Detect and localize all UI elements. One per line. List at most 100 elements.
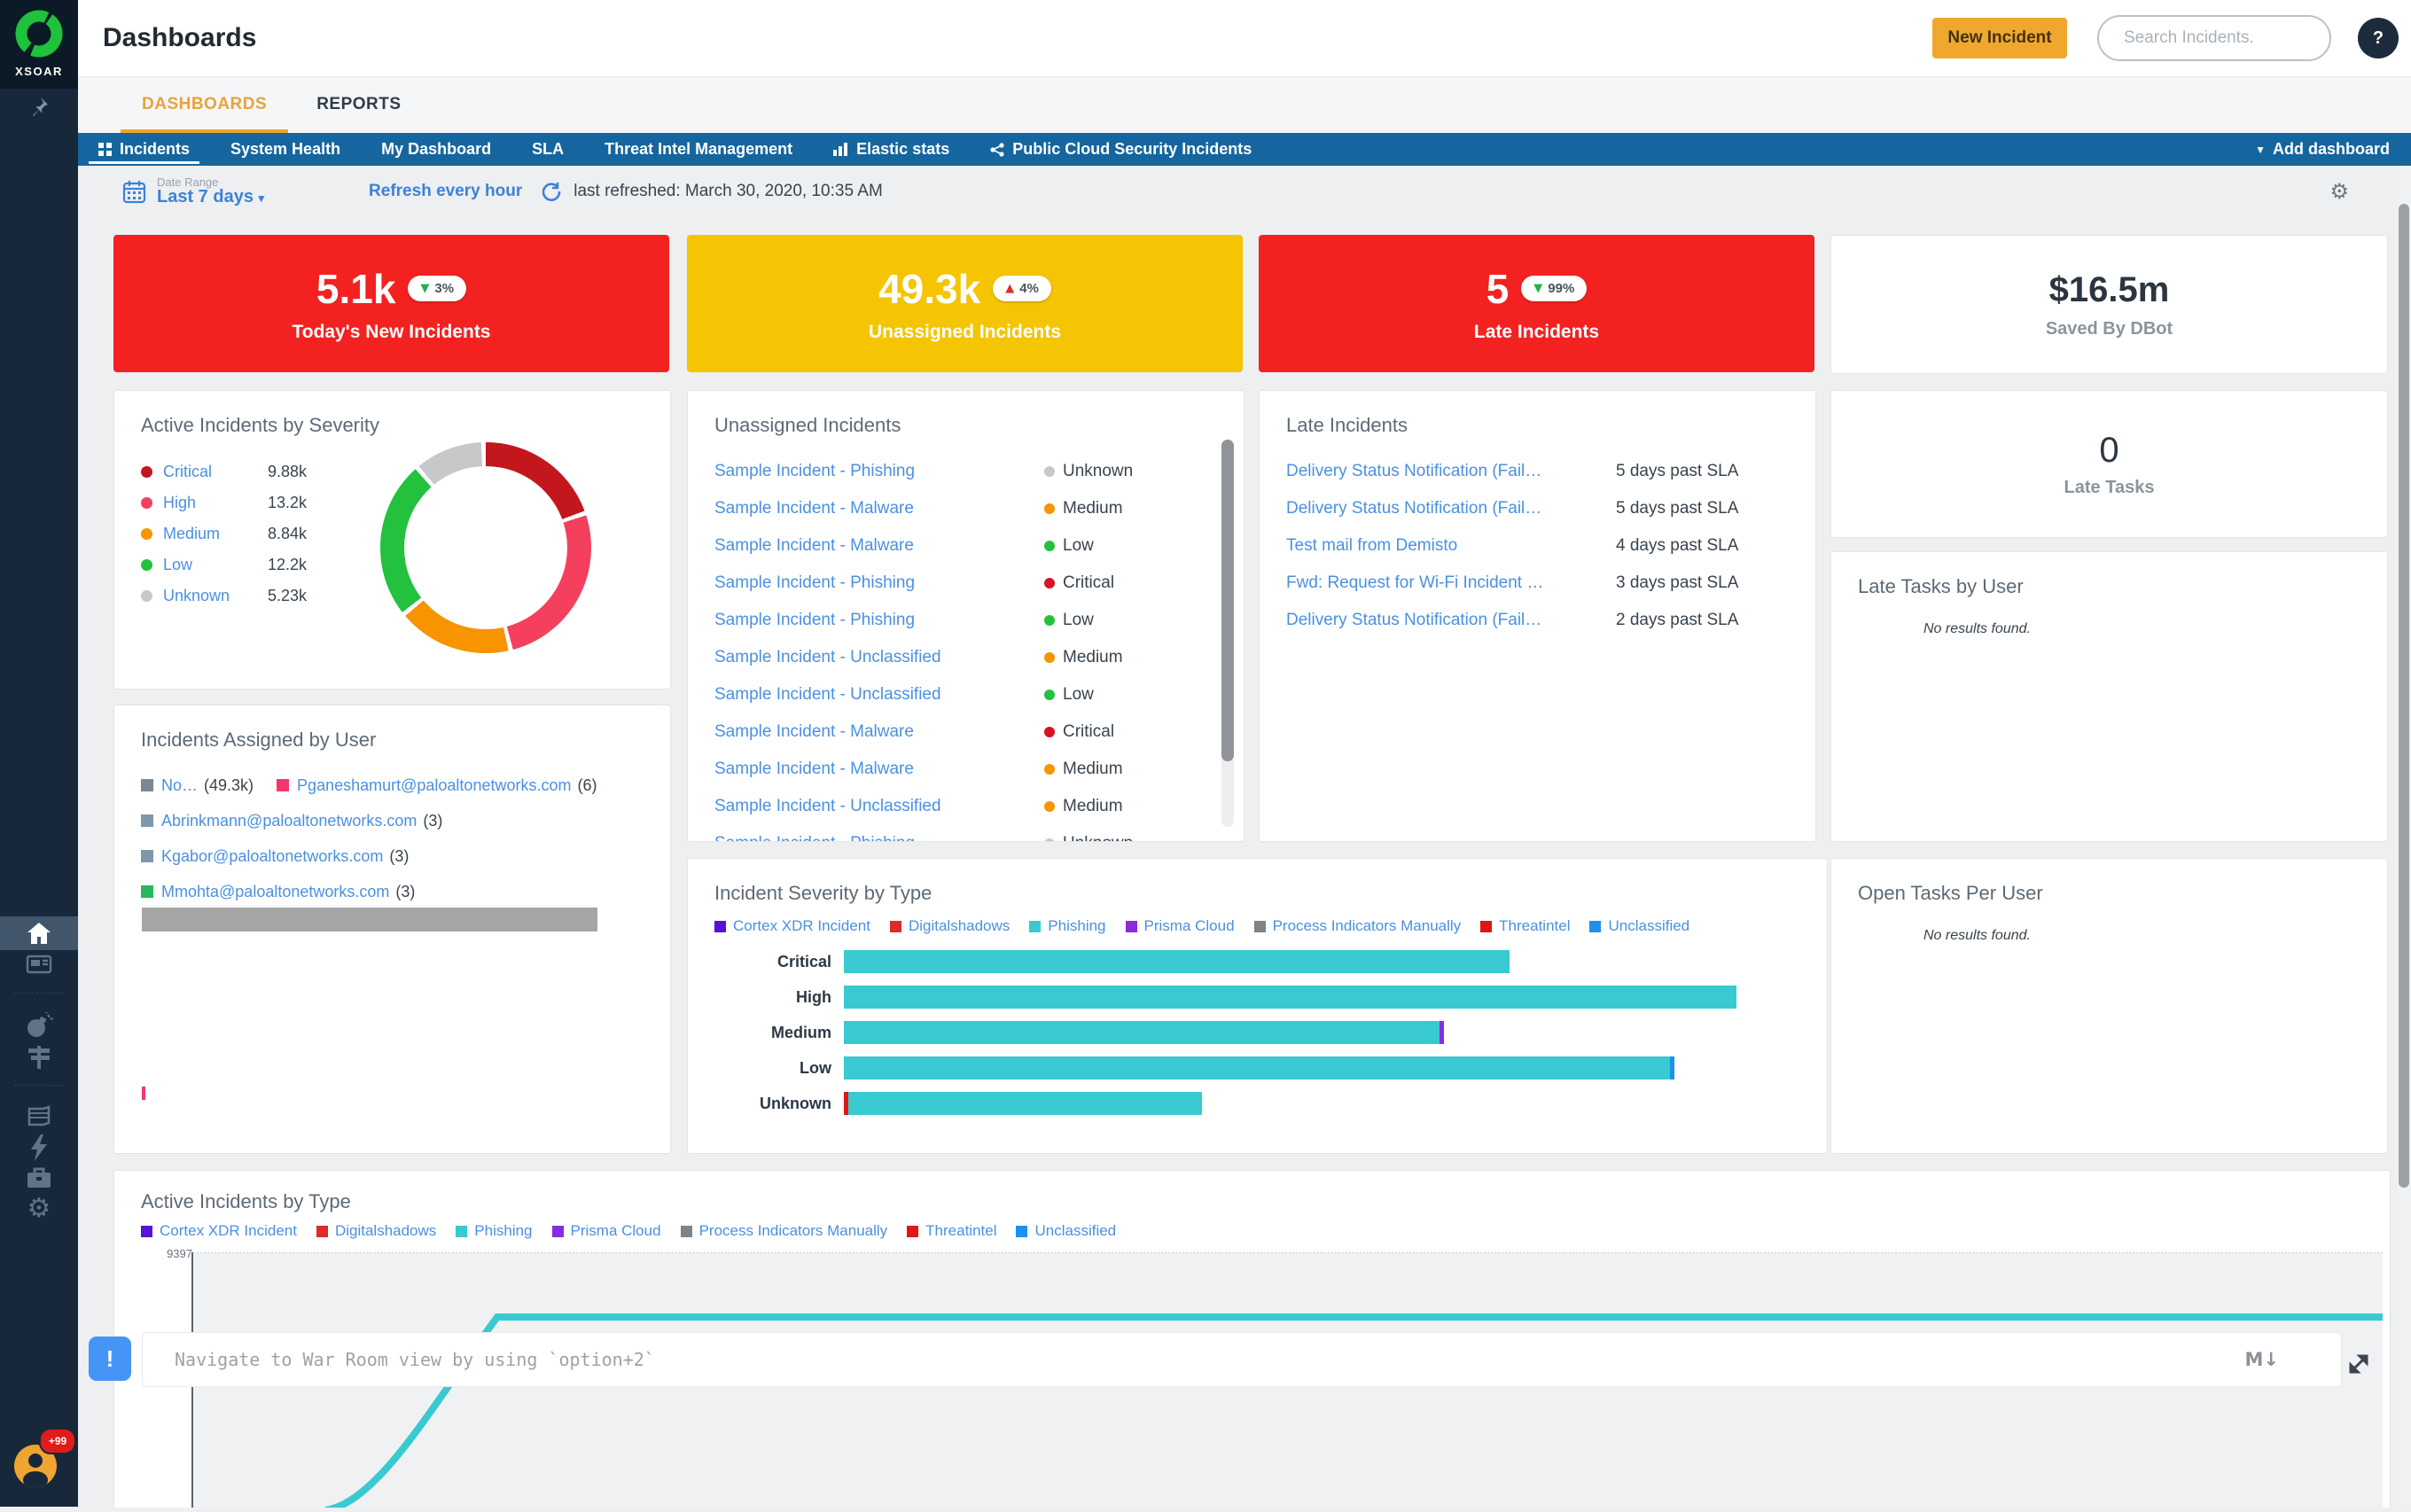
- legend-item: Kgabor@paloaltonetworks.com(3): [141, 838, 409, 874]
- incident-link[interactable]: Sample Incident - Phishing: [714, 462, 1044, 481]
- bar-accent: [1440, 1021, 1444, 1044]
- kpi-unassigned-incidents[interactable]: 49.3k ▲4% Unassigned Incidents: [687, 235, 1243, 372]
- incidents-bomb-icon[interactable]: [0, 1010, 78, 1040]
- kpi-late-incidents[interactable]: 5 ▼99% Late Incidents: [1259, 235, 1814, 372]
- assigned-bar-no-owner[interactable]: [142, 908, 597, 931]
- refresh-interval-link[interactable]: Refresh every hour: [369, 182, 522, 201]
- incident-link[interactable]: Sample Incident - Malware: [714, 536, 1044, 556]
- nav-item-threat-intel[interactable]: Threat Intel Management: [584, 133, 813, 166]
- legend-item[interactable]: Process Indicators Manually: [681, 1222, 888, 1240]
- bar-medium[interactable]: [844, 1021, 1440, 1044]
- legend-item[interactable]: Cortex XDR Incident: [141, 1222, 297, 1240]
- incident-link[interactable]: Sample Incident - Malware: [714, 499, 1044, 518]
- tab-dashboards[interactable]: DASHBOARDS: [137, 76, 272, 133]
- panel-title: Incidents Assigned by User: [114, 705, 670, 752]
- add-dashboard-button[interactable]: ▼ Add dashboard: [2234, 133, 2411, 166]
- dashboard-settings-gear-icon[interactable]: ⚙: [2329, 179, 2349, 204]
- legend-item[interactable]: Unclassified: [1589, 917, 1689, 935]
- legend-item[interactable]: Threatintel: [907, 1222, 996, 1240]
- incident-link[interactable]: Delivery Status Notification (Fail…: [1286, 611, 1616, 630]
- type-color-swatch: [1016, 1226, 1027, 1237]
- bar-unknown[interactable]: [848, 1092, 1202, 1115]
- severity-donut-chart[interactable]: [380, 442, 591, 653]
- legend-label[interactable]: Low: [163, 556, 268, 574]
- scrollbar-thumb[interactable]: [1221, 440, 1234, 761]
- help-button[interactable]: ?: [2358, 18, 2399, 58]
- search-box[interactable]: [2097, 15, 2331, 61]
- nav-item-elastic-stats[interactable]: Elastic stats: [813, 133, 970, 166]
- page-scrollbar-thumb[interactable]: [2399, 204, 2409, 1188]
- date-range-selector[interactable]: Last 7 days ▾: [157, 188, 264, 207]
- legend-label[interactable]: Critical: [163, 463, 268, 481]
- signpost-icon[interactable]: [0, 1042, 78, 1072]
- notification-badge[interactable]: +99: [39, 1428, 76, 1454]
- panel-late-incidents: Late Incidents Delivery Status Notificat…: [1259, 390, 1816, 842]
- nav-item-incidents[interactable]: Incidents: [78, 133, 210, 166]
- list-item: Fwd: Request for Wi-Fi Incident …3 days …: [1286, 565, 1789, 602]
- legend-item[interactable]: Process Indicators Manually: [1254, 917, 1462, 935]
- refresh-icon[interactable]: [540, 181, 561, 202]
- settings-gear-icon[interactable]: ⚙: [0, 1193, 78, 1223]
- legend-item[interactable]: Prisma Cloud: [1126, 917, 1235, 935]
- home-icon[interactable]: [0, 918, 78, 948]
- incident-link[interactable]: Delivery Status Notification (Fail…: [1286, 499, 1616, 518]
- playbook-book-icon[interactable]: [0, 1103, 78, 1133]
- legend-label[interactable]: Medium: [163, 525, 268, 543]
- nav-item-my-dashboard[interactable]: My Dashboard: [361, 133, 511, 166]
- reports-screen-icon[interactable]: [0, 950, 78, 980]
- tab-reports[interactable]: REPORTS: [311, 76, 406, 133]
- expand-icon[interactable]: [2345, 1351, 2372, 1377]
- user-link[interactable]: Mmohta@paloaltonetworks.com: [161, 883, 389, 901]
- legend-item[interactable]: Unclassified: [1016, 1222, 1116, 1240]
- incident-link[interactable]: Sample Incident - Malware: [714, 760, 1044, 779]
- kpi-label: Unassigned Incidents: [869, 322, 1061, 343]
- automation-lightning-icon[interactable]: [0, 1133, 78, 1163]
- legend-label[interactable]: High: [163, 494, 268, 512]
- legend-item[interactable]: Prisma Cloud: [552, 1222, 661, 1240]
- legend-item[interactable]: Threatintel: [1480, 917, 1570, 935]
- new-incident-button[interactable]: New Incident: [1932, 18, 2067, 58]
- search-input[interactable]: [2122, 27, 2303, 49]
- nav-item-system-health[interactable]: System Health: [210, 133, 361, 166]
- xsoar-logo[interactable]: XSOAR: [0, 0, 78, 89]
- war-room-command-bar[interactable]: Navigate to War Room view by using `opti…: [142, 1332, 2342, 1387]
- user-link[interactable]: Abrinkmann@paloaltonetworks.com: [161, 812, 417, 830]
- jobs-briefcase-icon[interactable]: [0, 1163, 78, 1193]
- late-tasks-value: 0: [2099, 431, 2118, 471]
- list-scrollbar[interactable]: [1221, 440, 1234, 827]
- caret-down-icon: ▼: [2255, 144, 2266, 156]
- bar-critical[interactable]: [844, 950, 1510, 973]
- user-link[interactable]: No…: [161, 776, 198, 795]
- incident-link[interactable]: Sample Incident - Malware: [714, 722, 1044, 742]
- incident-link[interactable]: Sample Incident - Phishing: [714, 834, 1044, 842]
- incident-link[interactable]: Sample Incident - Unclassified: [714, 797, 1044, 816]
- kpi-todays-new-incidents[interactable]: 5.1k ▼3% Today's New Incidents: [113, 235, 669, 372]
- pin-icon[interactable]: [0, 89, 78, 124]
- incident-link[interactable]: Sample Incident - Unclassified: [714, 648, 1044, 667]
- markdown-icon[interactable]: M↓: [2245, 1349, 2280, 1370]
- user-link[interactable]: Kgabor@paloaltonetworks.com: [161, 847, 383, 866]
- legend-item[interactable]: Phishing: [1029, 917, 1105, 935]
- bar-low[interactable]: [844, 1056, 1670, 1079]
- war-room-alert-icon[interactable]: !: [89, 1337, 131, 1381]
- incident-link[interactable]: Sample Incident - Phishing: [714, 611, 1044, 630]
- incident-link[interactable]: Sample Incident - Phishing: [714, 573, 1044, 593]
- nav-item-public-cloud[interactable]: Public Cloud Security Incidents: [970, 133, 1272, 166]
- list-item: Sample Incident - PhishingUnknown: [714, 453, 1205, 490]
- legend-item[interactable]: Digitalshadows: [890, 917, 1010, 935]
- legend-item[interactable]: Digitalshadows: [316, 1222, 436, 1240]
- incident-link[interactable]: Delivery Status Notification (Fail…: [1286, 462, 1616, 481]
- list-item: Sample Incident - MalwareCritical: [714, 713, 1205, 751]
- calendar-icon[interactable]: [122, 180, 146, 204]
- trend-badge: ▲4%: [993, 276, 1051, 301]
- user-link[interactable]: Pganeshamurt@paloaltonetworks.com: [297, 776, 571, 795]
- bar-high[interactable]: [844, 986, 1736, 1009]
- legend-item[interactable]: Phishing: [456, 1222, 532, 1240]
- incident-link[interactable]: Test mail from Demisto: [1286, 536, 1616, 556]
- nav-item-sla[interactable]: SLA: [511, 133, 584, 166]
- incident-link[interactable]: Sample Incident - Unclassified: [714, 685, 1044, 705]
- legend-item[interactable]: Cortex XDR Incident: [714, 917, 870, 935]
- kpi-saved-by-dbot[interactable]: $16.5m Saved By DBot: [1830, 235, 2388, 374]
- legend-label[interactable]: Unknown: [163, 587, 268, 605]
- incident-link[interactable]: Fwd: Request for Wi-Fi Incident …: [1286, 573, 1616, 593]
